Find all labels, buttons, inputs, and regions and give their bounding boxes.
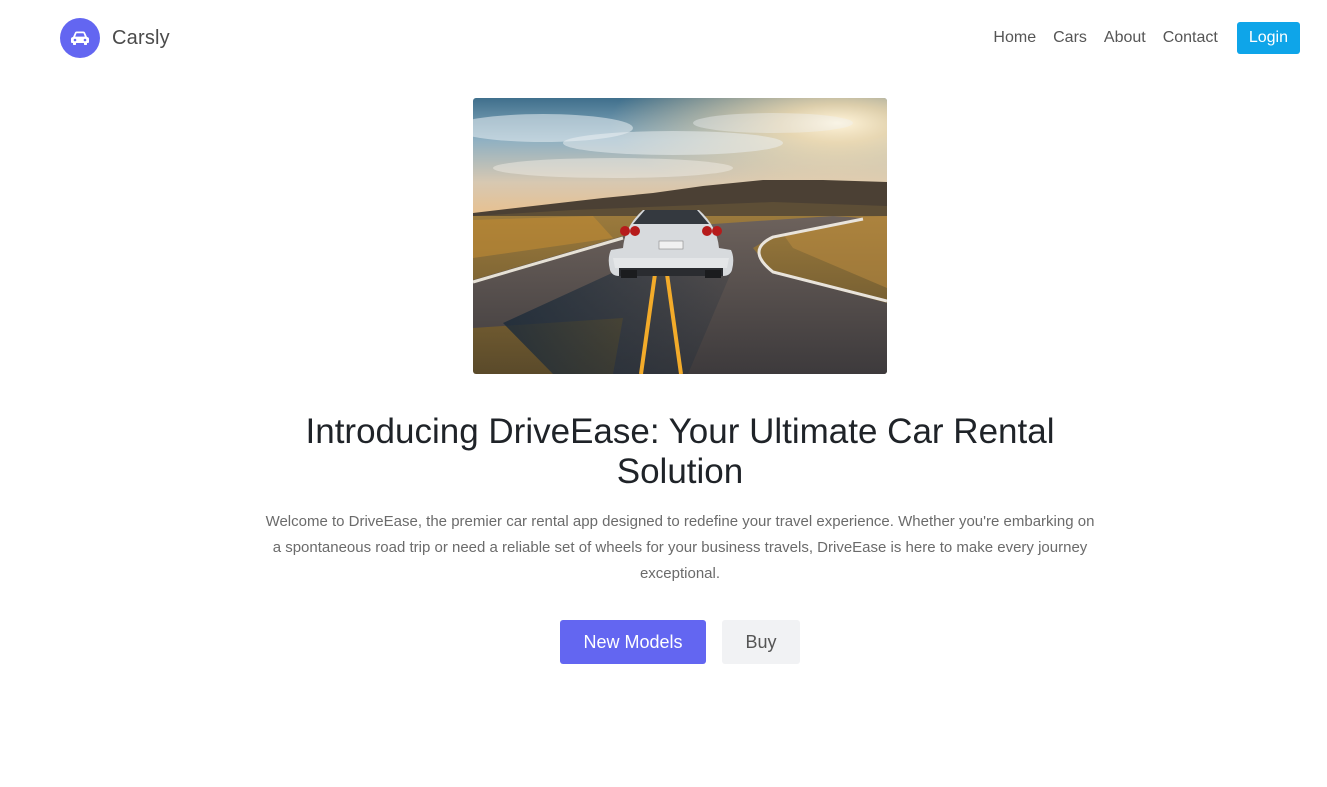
buy-button[interactable]: Buy bbox=[722, 620, 800, 664]
new-models-button[interactable]: New Models bbox=[560, 620, 706, 664]
nav-link-contact[interactable]: Contact bbox=[1163, 22, 1218, 54]
hero-actions: New Models Buy bbox=[560, 620, 800, 664]
brand-name: Carsly bbox=[112, 26, 170, 49]
hero-image bbox=[473, 98, 887, 374]
hero-title: Introducing DriveEase: Your Ultimate Car… bbox=[305, 412, 1055, 491]
hero-description: Welcome to DriveEase, the premier car re… bbox=[265, 513, 1095, 582]
brand-link[interactable]: Carsly bbox=[60, 18, 170, 58]
nav-link-about[interactable]: About bbox=[1104, 22, 1146, 54]
page: Carsly Home Cars About Contact Login Int… bbox=[0, 0, 1327, 787]
nav-link-home[interactable]: Home bbox=[993, 22, 1036, 54]
navbar: Carsly Home Cars About Contact Login bbox=[0, 0, 1327, 76]
login-button[interactable]: Login bbox=[1236, 22, 1300, 54]
car-icon bbox=[60, 18, 100, 58]
nav-links: Home Cars About Contact Login bbox=[993, 22, 1300, 54]
nav-link-cars[interactable]: Cars bbox=[1053, 22, 1087, 54]
